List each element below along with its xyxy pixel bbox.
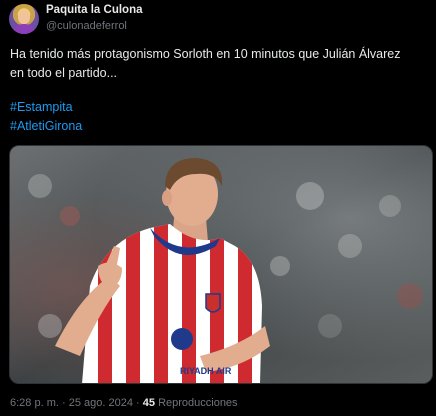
hashtag-list: #Estampita #AtletiGirona (10, 98, 82, 136)
avatar-body (13, 24, 35, 34)
meta-separator: · (136, 397, 140, 409)
hashtag-link[interactable]: #Estampita (10, 98, 82, 117)
tweet: Paquita la Culona @culonadeferrol Ha ten… (0, 0, 436, 416)
views-count: 45 (142, 397, 155, 409)
hashtag-link[interactable]: #AtletiGirona (10, 117, 82, 136)
tweet-text-line: Ha tenido más protagonismo Sorloth en 10… (10, 47, 401, 61)
tweet-text-line: en todo el partido... (10, 66, 118, 80)
photo-player-celebrating: RIYADH AIR (10, 146, 432, 383)
avatar-face (18, 10, 30, 24)
avatar[interactable] (9, 4, 39, 34)
sponsor-text: RIYADH AIR (180, 366, 232, 376)
tweet-time[interactable]: 6:28 p. m. (10, 397, 59, 409)
meta-separator: · (61, 397, 66, 409)
views-label: Reproducciones (158, 397, 238, 409)
tweet-text: Ha tenido más protagonismo Sorloth en 10… (10, 45, 430, 83)
tweet-date[interactable]: 25 ago. 2024 (69, 397, 133, 409)
tweet-meta: 6:28 p. m. · 25 ago. 2024 · 45 Reproducc… (10, 397, 238, 409)
tweet-photo[interactable]: RIYADH AIR (9, 145, 433, 384)
author-display-name[interactable]: Paquita la Culona (46, 4, 143, 16)
author-handle[interactable]: @culonadeferrol (46, 20, 127, 32)
